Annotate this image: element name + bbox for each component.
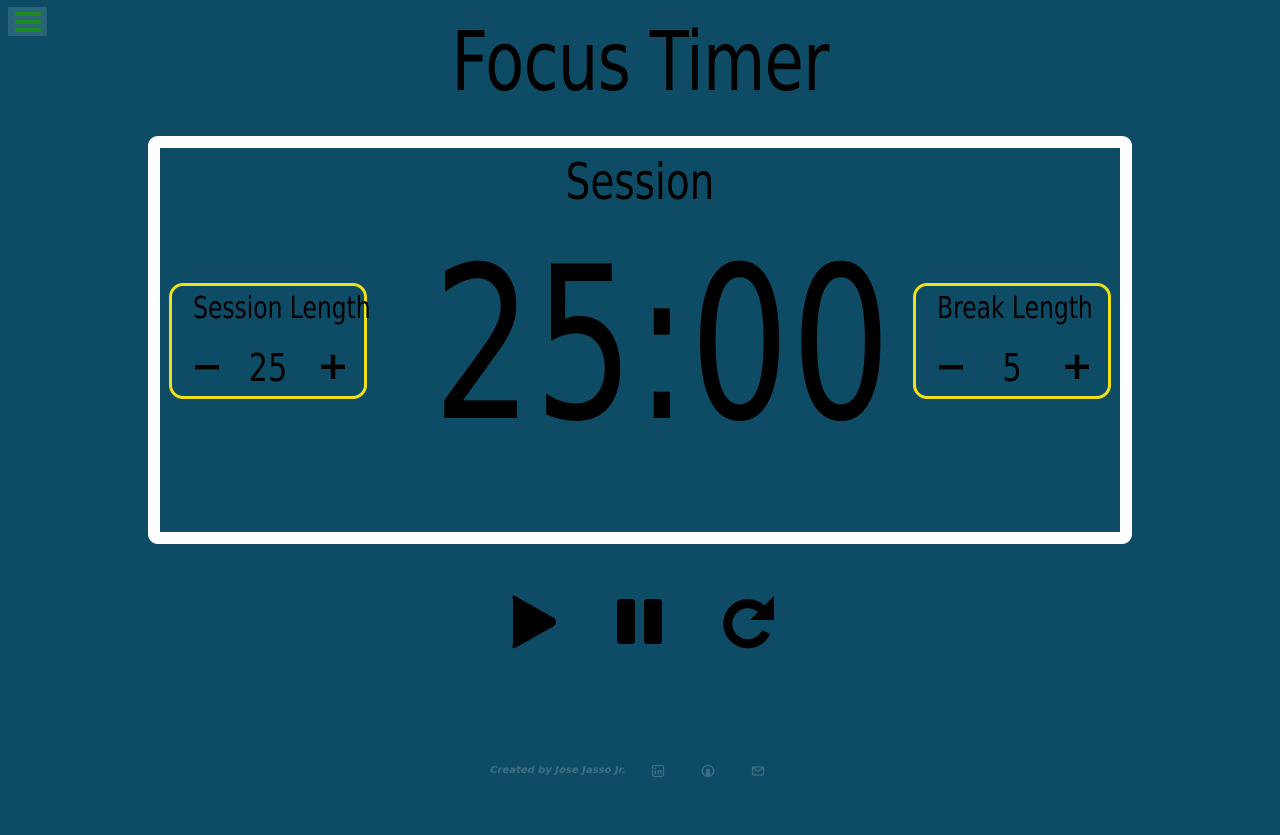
reset-button[interactable] (718, 590, 778, 654)
session-length-value: 25 (248, 346, 288, 390)
email-icon[interactable] (751, 764, 765, 778)
redo-icon (723, 596, 774, 649)
play-button[interactable] (504, 590, 564, 654)
break-increment-button[interactable]: + (1057, 344, 1097, 388)
break-length-panel: Break Length − 5 + (913, 283, 1111, 399)
pause-button[interactable] (610, 590, 670, 654)
break-length-stepper: − 5 + (916, 344, 1108, 390)
footer: Created by Jose Jasso Jr. (0, 762, 1280, 780)
session-increment-button[interactable]: + (313, 344, 353, 388)
play-icon (512, 595, 556, 649)
github-icon[interactable] (701, 764, 715, 778)
hamburger-bar (15, 20, 41, 24)
timer-controls (0, 590, 1280, 654)
time-display: 25:00 (432, 221, 893, 468)
credit-text: Created by Jose Jasso Jr. (490, 765, 626, 776)
timer-label: Session (565, 153, 715, 211)
session-length-title: Session Length (193, 291, 371, 326)
session-length-panel: Session Length − 25 + (169, 283, 371, 399)
timer-frame: Session Session Length − 25 + 25:00 Brea… (148, 136, 1132, 544)
session-decrement-button[interactable]: − (187, 344, 227, 388)
app-title: Focus Timer (451, 15, 829, 110)
break-length-title: Break Length (937, 291, 1093, 326)
hamburger-menu-icon (15, 12, 41, 16)
break-decrement-button[interactable]: − (931, 344, 971, 388)
pause-icon (617, 599, 662, 644)
hamburger-bar (15, 28, 41, 32)
menu-button[interactable] (8, 7, 47, 36)
session-length-stepper: − 25 + (172, 344, 364, 390)
break-length-value: 5 (1002, 346, 1022, 390)
linkedin-icon[interactable] (651, 764, 665, 778)
